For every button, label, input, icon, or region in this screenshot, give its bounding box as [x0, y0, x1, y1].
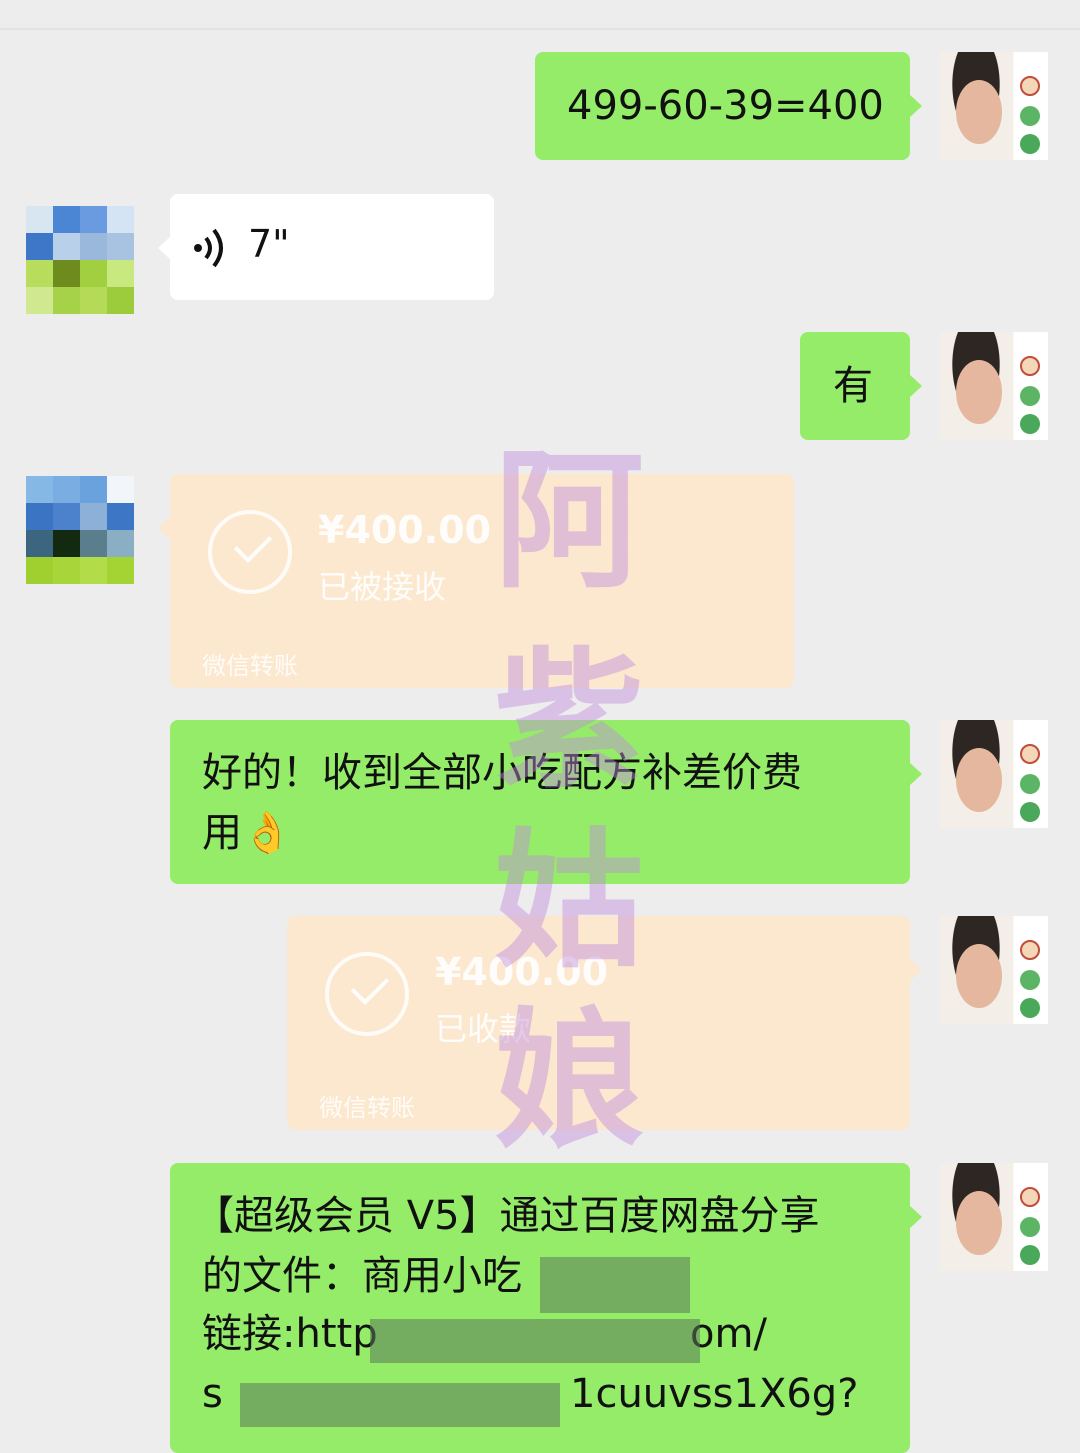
link-text-start[interactable]: s [202, 1365, 223, 1423]
message-text-line: 用👌 [202, 810, 292, 856]
redaction-blur [240, 1383, 560, 1427]
check-circle-icon [325, 952, 409, 1036]
redaction-blur [370, 1319, 700, 1363]
transfer-footer: 微信转账 [202, 652, 298, 680]
outgoing-message-1[interactable]: 499-60-39=400 [535, 52, 922, 160]
message-text: 499-60-39=400 [567, 83, 884, 129]
transfer-status: 已被接收 [318, 568, 447, 606]
self-avatar[interactable] [940, 52, 1048, 160]
message-text: 有 [833, 363, 873, 409]
transfer-amount: ¥400.00 [318, 508, 492, 552]
link-text-end[interactable]: om/ [690, 1305, 767, 1363]
redaction-blur [540, 1257, 690, 1313]
self-avatar[interactable] [940, 916, 1048, 1024]
contact-avatar-mosaic[interactable] [26, 206, 134, 314]
watermark-char: 阿 [494, 433, 645, 609]
link-text-start[interactable]: 链接:http [202, 1305, 378, 1363]
self-avatar[interactable] [940, 1163, 1048, 1271]
contact-avatar-mosaic[interactable] [26, 476, 134, 584]
top-divider [0, 28, 1080, 30]
voice-wave-icon [194, 228, 223, 268]
voice-duration: 7" [248, 222, 290, 266]
self-avatar[interactable] [940, 720, 1048, 828]
incoming-transfer-card[interactable]: ¥400.00 已被接收 微信转账 [158, 474, 794, 688]
message-text-line: 的文件：商用小吃 [202, 1253, 522, 1299]
message-text-line: 【超级会员 V5】通过百度网盘分享 [194, 1193, 820, 1239]
link-text-end[interactable]: 1cuuvss1X6g? [570, 1365, 858, 1423]
outgoing-share-link-message[interactable]: 【超级会员 V5】通过百度网盘分享 的文件：商用小吃 链接:http om/ s… [170, 1163, 922, 1453]
incoming-voice-message[interactable]: 7" [158, 194, 494, 300]
transfer-footer: 微信转账 [319, 1094, 415, 1122]
self-avatar[interactable] [940, 332, 1048, 440]
outgoing-message-2[interactable]: 有 [800, 332, 922, 440]
watermark-char: 娘 [494, 993, 645, 1169]
check-circle-icon [208, 510, 292, 594]
